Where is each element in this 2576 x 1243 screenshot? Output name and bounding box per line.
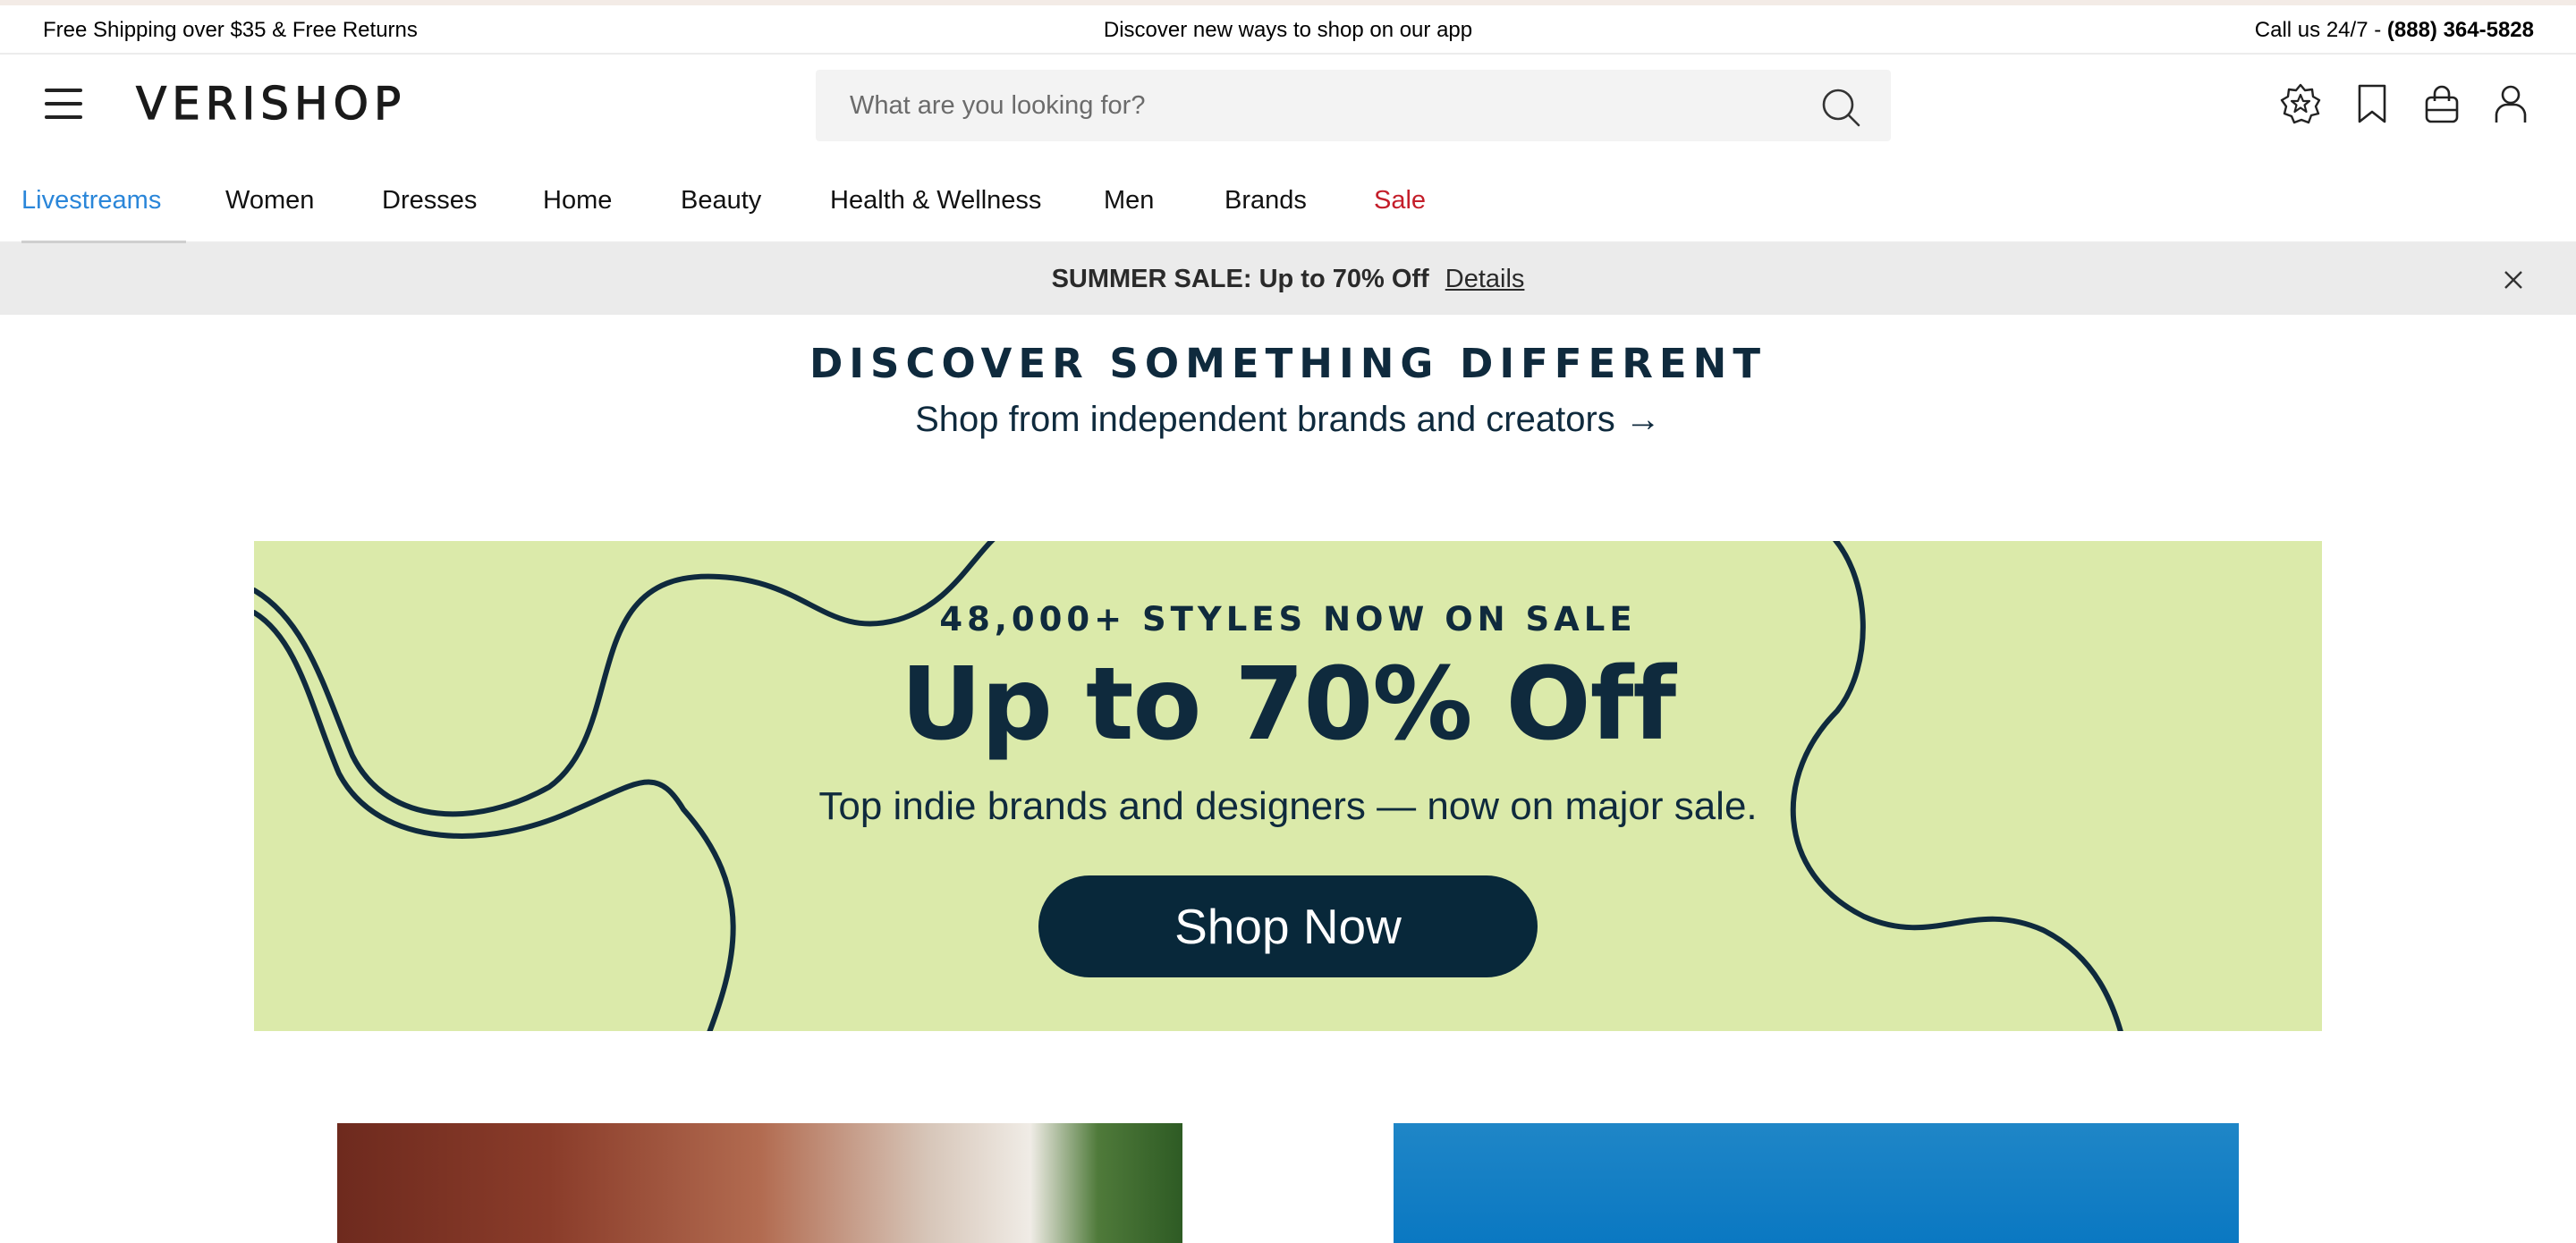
nav-item-men[interactable]: Men [1104,186,1154,216]
nav-item-dresses[interactable]: Dresses [382,186,477,216]
nav-item-sale[interactable]: Sale [1374,186,1426,216]
nav-item-beauty[interactable]: Beauty [681,186,761,216]
category-tile-image[interactable] [337,1123,1182,1243]
hero-banner[interactable]: 48,000+ STYLES NOW ON SALE Up to 70% Off… [254,541,2322,1031]
main-navigation: Livestreams Women Dresses Home Beauty He… [0,156,2576,243]
sale-banner: SUMMER SALE: Up to 70% Off Details [0,243,2576,315]
shopping-bag-icon[interactable] [2420,82,2463,125]
nav-item-health-wellness[interactable]: Health & Wellness [830,186,1041,216]
category-tile-image[interactable] [1394,1123,2239,1243]
nav-item-livestreams[interactable]: Livestreams [21,186,161,216]
app-promo-text[interactable]: Discover new ways to shop on our app [1104,18,1472,42]
sale-details-link[interactable]: Details [1445,265,1525,293]
menu-icon[interactable] [45,89,82,119]
phone-number[interactable]: (888) 364-5828 [2387,18,2534,42]
discover-subtitle-link[interactable]: Shop from independent brands and creator… [0,400,2576,440]
sale-banner-text: SUMMER SALE: Up to 70% Off [1051,265,1429,293]
search-input[interactable] [816,70,1800,141]
contact-info: Call us 24/7 - (888) 364-5828 [2255,18,2534,43]
search-bar [816,70,1891,141]
nav-item-women[interactable]: Women [225,186,314,216]
sale-banner-message: SUMMER SALE: Up to 70% Off Details [0,265,2576,294]
bookmark-icon[interactable] [2351,82,2394,125]
account-icon[interactable] [2489,82,2532,125]
site-logo[interactable]: VERISHOP [135,77,406,130]
rewards-star-icon[interactable] [2279,82,2322,125]
nav-item-home[interactable]: Home [543,186,612,216]
hero-title: Up to 70% Off [900,647,1676,763]
site-header: VERISHOP [0,55,2576,156]
contact-prefix: Call us 24/7 - [2254,18,2387,42]
close-icon[interactable] [2502,268,2525,292]
shop-now-button[interactable]: Shop Now [1038,875,1538,977]
hero-subtitle: Top indie brands and designers — now on … [818,784,1758,828]
discover-section: DISCOVER SOMETHING DIFFERENT Shop from i… [0,340,2576,440]
app-promo-link[interactable]: Discover new ways to shop on our app [0,18,2576,43]
search-icon[interactable] [1821,88,1860,127]
discover-title: DISCOVER SOMETHING DIFFERENT [809,340,1767,387]
promo-bar: Free Shipping over $35 & Free Returns Di… [0,5,2576,55]
hero-eyebrow: 48,000+ STYLES NOW ON SALE [939,600,1637,638]
nav-item-brands[interactable]: Brands [1224,186,1307,216]
